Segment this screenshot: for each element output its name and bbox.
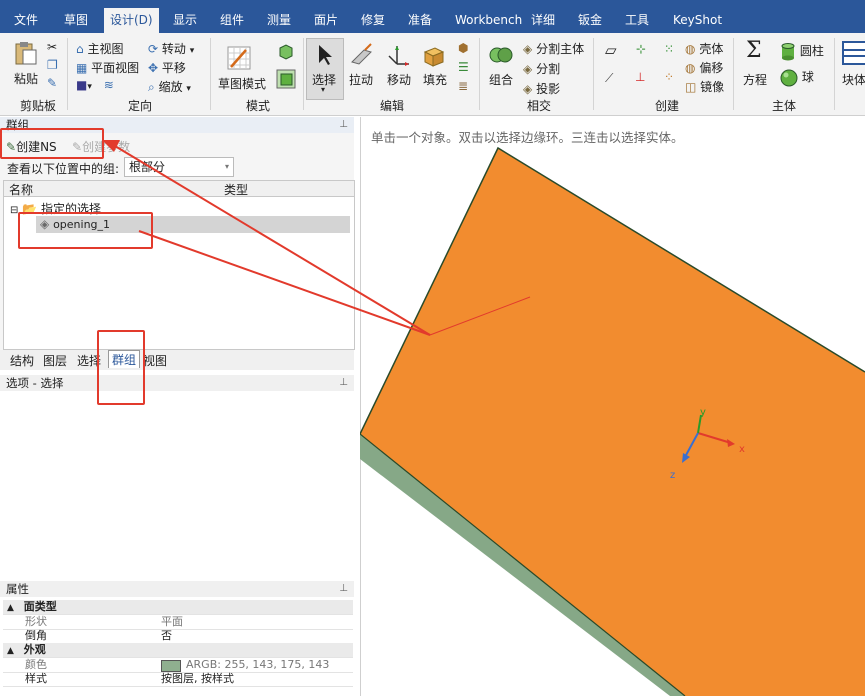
annotation-arrows — [102, 140, 531, 336]
annotation-arrow-line — [429, 296, 531, 336]
annotation-arrow-line — [114, 145, 431, 336]
annotation-arrowhead — [102, 140, 120, 152]
